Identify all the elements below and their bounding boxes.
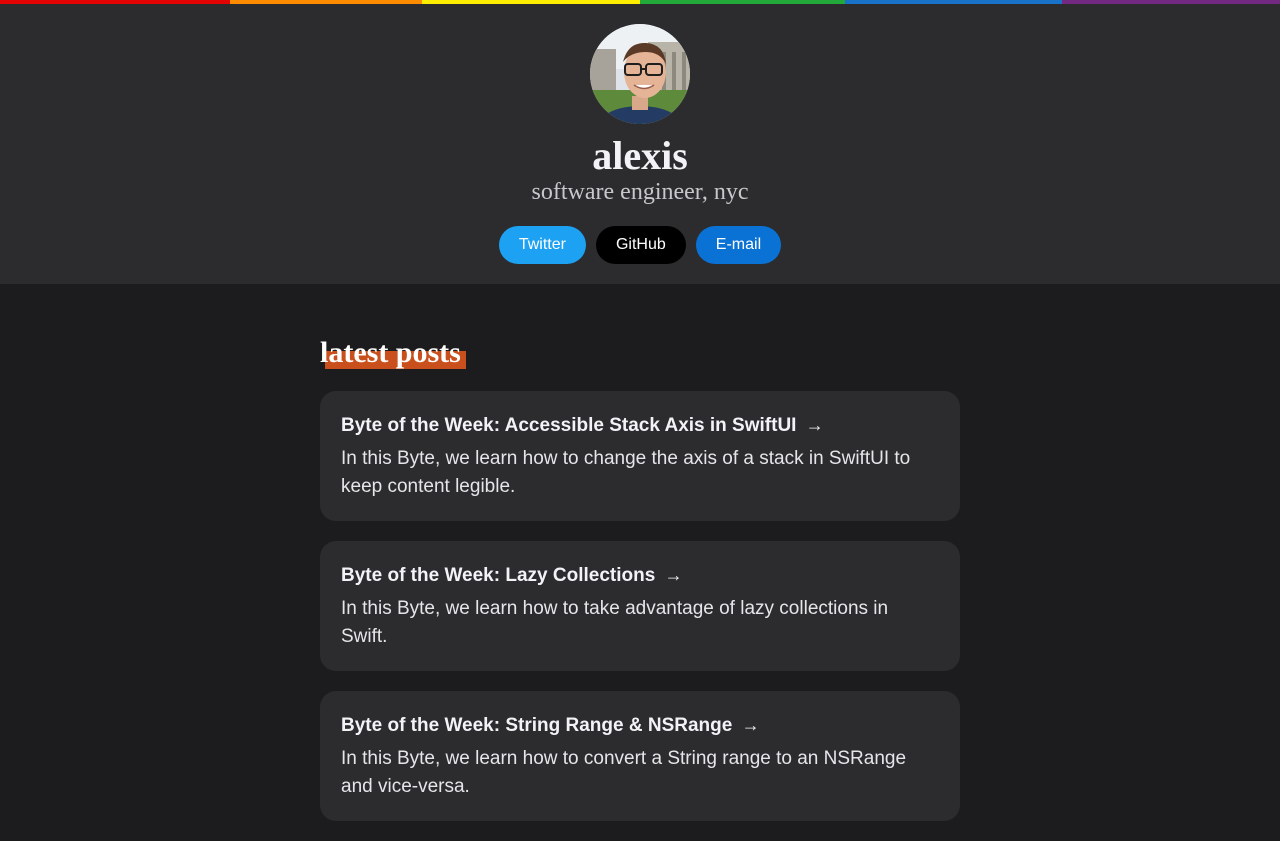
section-title-text: latest posts	[320, 336, 461, 369]
post-title-link[interactable]: Byte of the Week: Accessible Stack Axis …	[341, 412, 939, 439]
email-link-button[interactable]: E-mail	[695, 226, 782, 264]
post-title: Byte of the Week: String Range & NSRange	[341, 715, 733, 736]
profile-header: alexis software engineer, nyc Twitter Gi…	[0, 0, 1280, 284]
rainbow-stripe-orange	[230, 0, 422, 4]
rainbow-stripe-red	[0, 0, 230, 4]
post-card[interactable]: Byte of the Week: Accessible Stack Axis …	[320, 391, 960, 521]
rainbow-stripe-purple	[1062, 0, 1280, 4]
post-description: In this Byte, we learn how to convert a …	[341, 748, 907, 797]
social-links: Twitter GitHub E-mail	[0, 226, 1280, 264]
arrow-right-icon: →	[664, 565, 683, 585]
rainbow-stripe-blue	[845, 0, 1062, 4]
rainbow-stripe-yellow	[422, 0, 640, 4]
rainbow-stripe-green	[640, 0, 845, 4]
post-card[interactable]: Byte of the Week: Lazy Collections → In …	[320, 541, 960, 671]
github-link-button[interactable]: GitHub	[595, 226, 686, 264]
profile-tagline: software engineer, nyc	[531, 179, 749, 205]
pride-rainbow-bar	[0, 0, 1280, 4]
section-title: latest posts	[320, 334, 466, 372]
arrow-right-icon: →	[805, 415, 824, 435]
post-title: Byte of the Week: Accessible Stack Axis …	[341, 415, 797, 436]
profile-photo-icon	[590, 24, 690, 124]
arrow-right-icon: →	[741, 715, 760, 735]
post-description: In this Byte, we learn how to change the…	[341, 448, 911, 497]
profile-name: alexis	[592, 133, 688, 178]
post-title: Byte of the Week: Lazy Collections	[341, 565, 656, 586]
post-description: In this Byte, we learn how to take advan…	[341, 598, 889, 647]
twitter-link-button[interactable]: Twitter	[498, 226, 586, 264]
post-title-link[interactable]: Byte of the Week: String Range & NSRange…	[341, 712, 939, 739]
post-list: Byte of the Week: Accessible Stack Axis …	[320, 391, 960, 841]
post-card[interactable]: Byte of the Week: String Range & NSRange…	[320, 691, 960, 821]
avatar	[590, 24, 690, 124]
post-title-link[interactable]: Byte of the Week: Lazy Collections →	[341, 562, 939, 589]
